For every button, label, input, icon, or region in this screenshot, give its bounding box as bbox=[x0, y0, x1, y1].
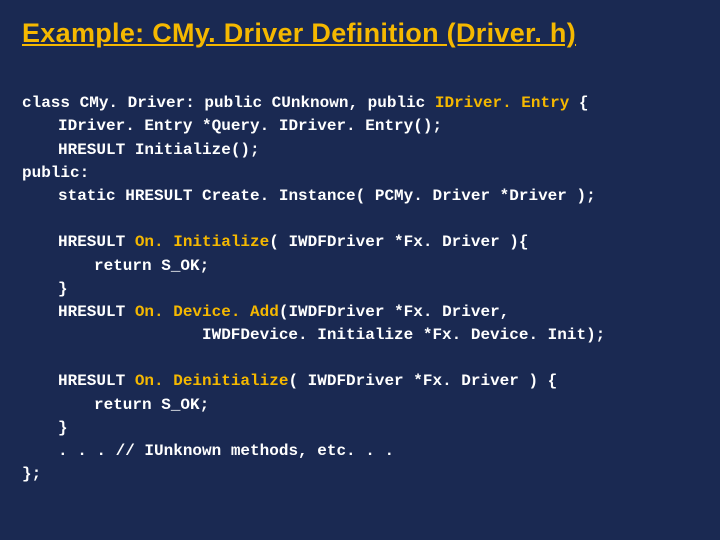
code-line-10: IWDFDevice. Initialize *Fx. Device. Init… bbox=[22, 324, 605, 347]
slide-title: Example: CMy. Driver Definition (Driver.… bbox=[22, 18, 698, 49]
code-line-14: . . . // IUnknown methods, etc. . . bbox=[22, 440, 394, 463]
highlight-ondeinitialize: On. Deinitialize bbox=[135, 372, 289, 390]
slide: Example: CMy. Driver Definition (Driver.… bbox=[0, 0, 720, 540]
code-line-8: } bbox=[22, 278, 68, 301]
code-line-3: HRESULT Initialize(); bbox=[22, 139, 260, 162]
code-line-4: public: bbox=[22, 164, 89, 182]
highlight-idriver-entry: IDriver. Entry bbox=[435, 94, 569, 112]
code-line-2: IDriver. Entry *Query. IDriver. Entry(); bbox=[22, 115, 442, 138]
code-line-9: HRESULT On. Device. Add(IWDFDriver *Fx. … bbox=[22, 301, 509, 324]
code-line-5: static HRESULT Create. Instance( PCMy. D… bbox=[22, 185, 596, 208]
code-line-1: class CMy. Driver: public CUnknown, publ… bbox=[22, 94, 589, 112]
code-line-11: HRESULT On. Deinitialize( IWDFDriver *Fx… bbox=[22, 370, 557, 393]
code-line-12: return S_OK; bbox=[22, 394, 209, 417]
code-line-6: HRESULT On. Initialize( IWDFDriver *Fx. … bbox=[22, 231, 528, 254]
code-line-13: } bbox=[22, 417, 68, 440]
highlight-ondeviceadd: On. Device. Add bbox=[135, 303, 279, 321]
code-line-7: return S_OK; bbox=[22, 255, 209, 278]
highlight-oninitialize: On. Initialize bbox=[135, 233, 269, 251]
code-block: class CMy. Driver: public CUnknown, publ… bbox=[22, 69, 698, 486]
code-line-15: }; bbox=[22, 465, 41, 483]
